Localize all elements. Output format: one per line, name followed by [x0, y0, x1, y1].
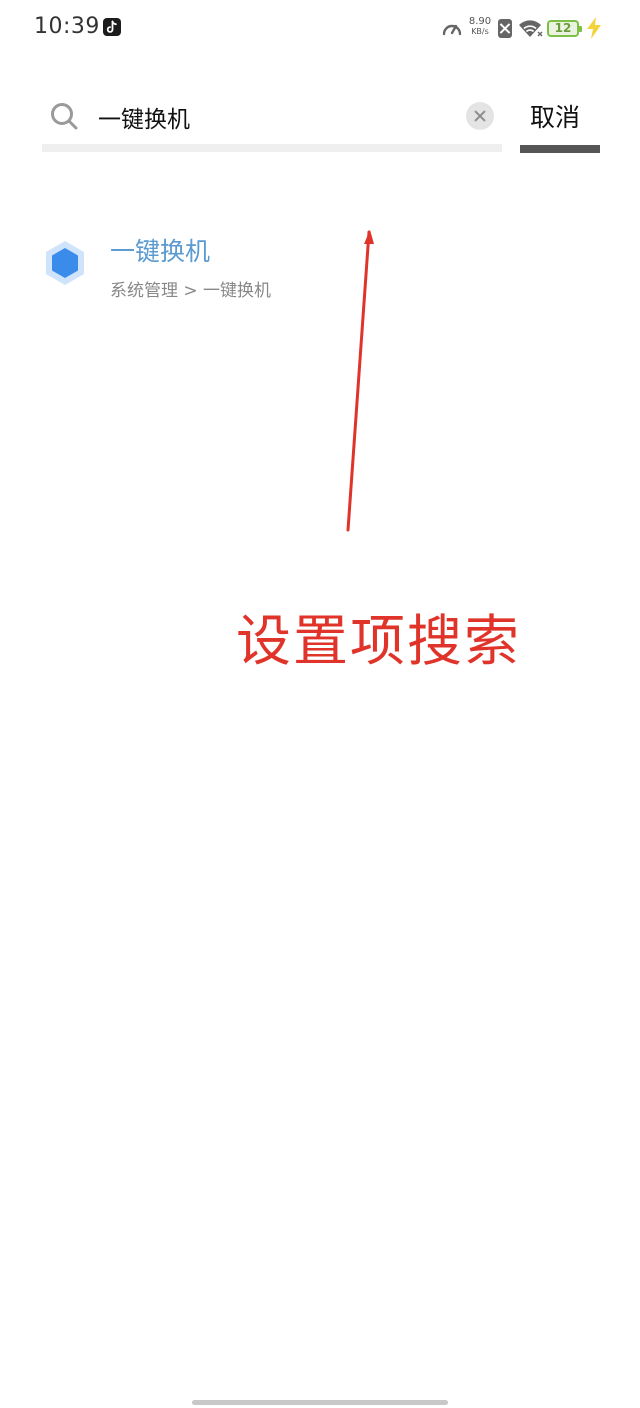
search-icon: [48, 100, 80, 132]
net-speed-value: 8.90: [468, 16, 492, 27]
charging-bolt-icon: [584, 16, 604, 40]
net-speed: 8.90 KB/s: [466, 17, 494, 36]
battery-level: 12: [554, 21, 572, 35]
cancel-underline: [520, 145, 600, 153]
result-title: 一键换机: [110, 237, 211, 266]
annotation-arrow: [346, 230, 374, 532]
sim-disabled-icon: [498, 19, 512, 38]
annotation-label: 设置项搜索: [236, 609, 522, 673]
speedometer-icon: [441, 18, 463, 40]
search-underline: [42, 144, 502, 152]
net-speed-unit: KB/s: [471, 27, 489, 36]
battery-icon: 12: [547, 20, 582, 37]
clear-search-button[interactable]: [466, 102, 494, 130]
cancel-button[interactable]: 取消: [530, 98, 580, 134]
wifi-icon: [516, 16, 544, 40]
status-time: 10:39: [34, 14, 100, 39]
home-indicator[interactable]: [192, 1400, 448, 1405]
status-bar: 10:39 8.90 KB/s 12: [0, 0, 640, 56]
hexagon-icon: [44, 240, 86, 286]
tiktok-icon: [103, 18, 121, 36]
result-breadcrumb: 系统管理 > 一键换机: [110, 281, 272, 301]
search-input[interactable]: [98, 100, 458, 134]
